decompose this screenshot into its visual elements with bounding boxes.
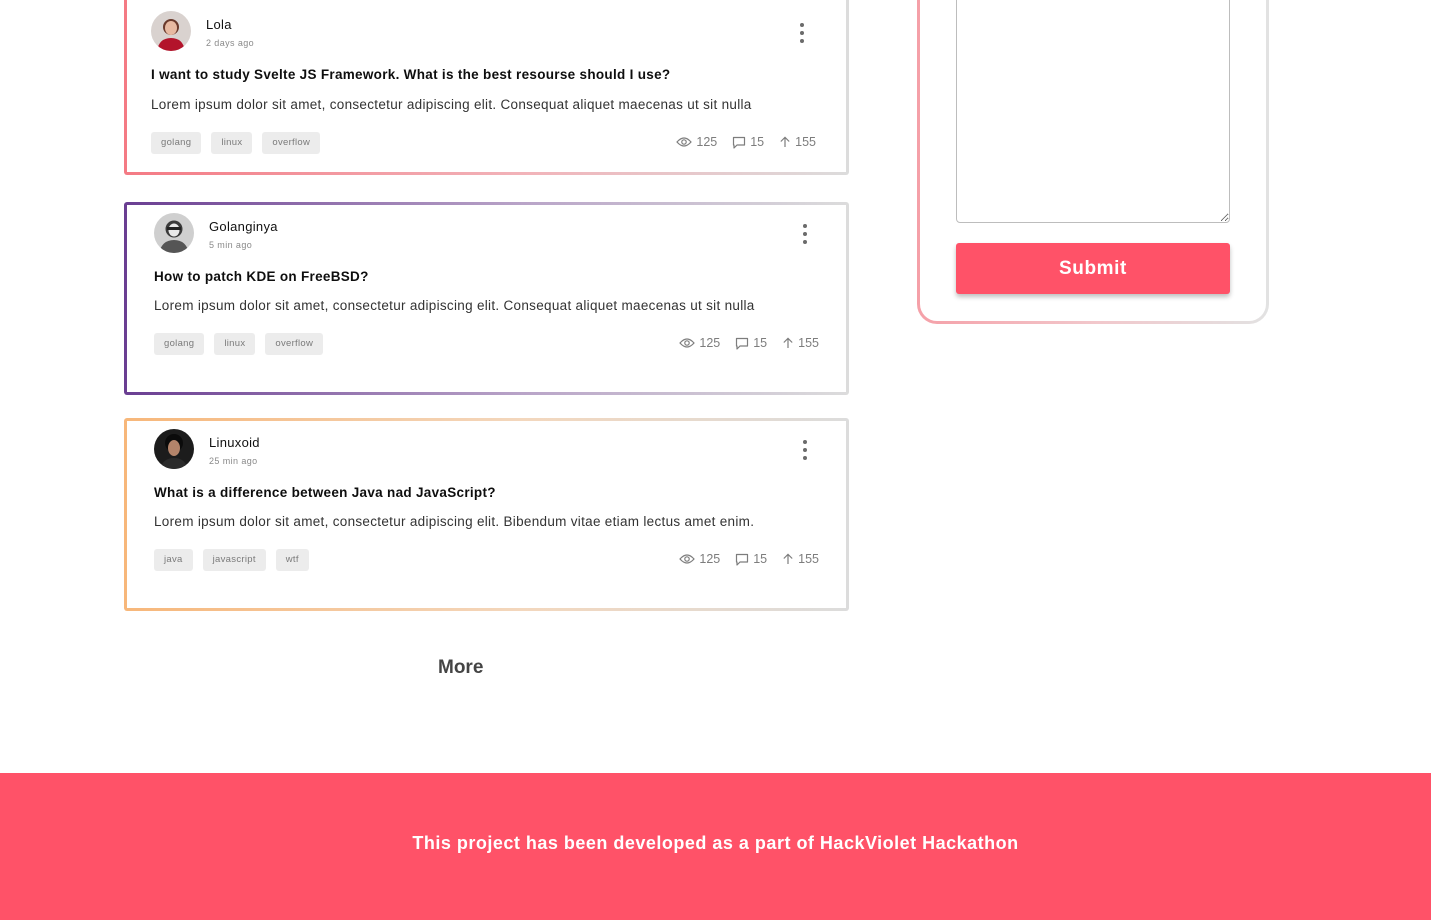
upvotes-count: 155 — [795, 135, 816, 149]
comments-count: 15 — [753, 336, 768, 350]
tag[interactable]: overflow — [262, 132, 321, 154]
post-stats: 125 15 155 — [679, 336, 819, 350]
post-title[interactable]: What is a difference between Java nad Ja… — [154, 485, 496, 500]
more-vertical-icon[interactable] — [800, 440, 810, 462]
post-time: 5 min ago — [209, 240, 253, 250]
comment-icon — [736, 553, 749, 566]
comments-count: 15 — [753, 552, 768, 566]
eye-icon — [679, 554, 696, 564]
post-stats: 125 15 155 — [676, 135, 816, 149]
comment-icon — [736, 337, 749, 350]
submit-button[interactable]: Submit — [956, 243, 1230, 294]
tag[interactable]: overflow — [265, 333, 324, 355]
post-author[interactable]: Golanginya — [209, 219, 278, 234]
upvotes-stat[interactable]: 155 — [782, 552, 819, 566]
upvotes-count: 155 — [798, 552, 819, 566]
post-tags: golang linux overflow — [151, 132, 321, 154]
more-vertical-icon[interactable] — [800, 224, 810, 246]
footer-text: This project has been developed as a par… — [412, 833, 1019, 853]
arrow-up-icon — [783, 553, 793, 564]
more-vertical-icon[interactable] — [797, 23, 807, 45]
tag[interactable]: linux — [211, 132, 253, 154]
avatar[interactable] — [154, 213, 194, 253]
views-stat: 125 — [679, 552, 720, 566]
eye-icon — [679, 338, 696, 348]
post-card[interactable]: Lola 2 days ago I want to study Svelte J… — [124, 0, 849, 175]
post-stats: 125 15 155 — [679, 552, 819, 566]
post-excerpt: Lorem ipsum dolor sit amet, consectetur … — [154, 514, 755, 529]
eye-icon — [676, 137, 693, 147]
arrow-up-icon — [780, 136, 790, 147]
post-author[interactable]: Linuxoid — [209, 435, 260, 450]
post-tags: java javascript wtf — [154, 549, 309, 571]
post-title[interactable]: I want to study Svelte JS Framework. Wha… — [151, 67, 670, 82]
avatar[interactable] — [151, 11, 191, 51]
comments-stat[interactable]: 15 — [732, 135, 764, 149]
footer: This project has been developed as a par… — [0, 773, 1431, 920]
post-author[interactable]: Lola — [206, 17, 232, 32]
views-count: 125 — [696, 135, 718, 149]
post-time: 2 days ago — [206, 38, 255, 48]
tag[interactable]: linux — [214, 333, 256, 355]
post-time: 25 min ago — [209, 456, 258, 466]
views-stat: 125 — [679, 336, 720, 350]
more-button[interactable]: More — [438, 657, 483, 679]
post-excerpt: Lorem ipsum dolor sit amet, consectetur … — [154, 298, 755, 313]
comment-icon — [733, 136, 746, 149]
post-card[interactable]: Linuxoid 25 min ago What is a difference… — [124, 418, 849, 611]
avatar[interactable] — [154, 429, 194, 469]
comments-stat[interactable]: 15 — [735, 552, 767, 566]
views-stat: 125 — [676, 135, 717, 149]
views-count: 125 — [699, 552, 721, 566]
tag[interactable]: javascript — [202, 549, 266, 571]
post-title[interactable]: How to patch KDE on FreeBSD? — [154, 269, 369, 284]
arrow-up-icon — [783, 337, 793, 348]
tag[interactable]: java — [154, 549, 193, 571]
upvotes-stat[interactable]: 155 — [779, 135, 816, 149]
question-textarea[interactable] — [956, 0, 1230, 223]
post-excerpt: Lorem ipsum dolor sit amet, consectetur … — [151, 97, 752, 112]
upvotes-count: 155 — [798, 336, 819, 350]
tag[interactable]: golang — [154, 333, 205, 355]
tag[interactable]: wtf — [275, 549, 309, 571]
post-card[interactable]: Golanginya 5 min ago How to patch KDE on… — [124, 202, 849, 395]
comments-stat[interactable]: 15 — [735, 336, 767, 350]
upvotes-stat[interactable]: 155 — [782, 336, 819, 350]
post-tags: golang linux overflow — [154, 333, 324, 355]
tag[interactable]: golang — [151, 132, 202, 154]
comments-count: 15 — [750, 135, 765, 149]
views-count: 125 — [699, 336, 721, 350]
